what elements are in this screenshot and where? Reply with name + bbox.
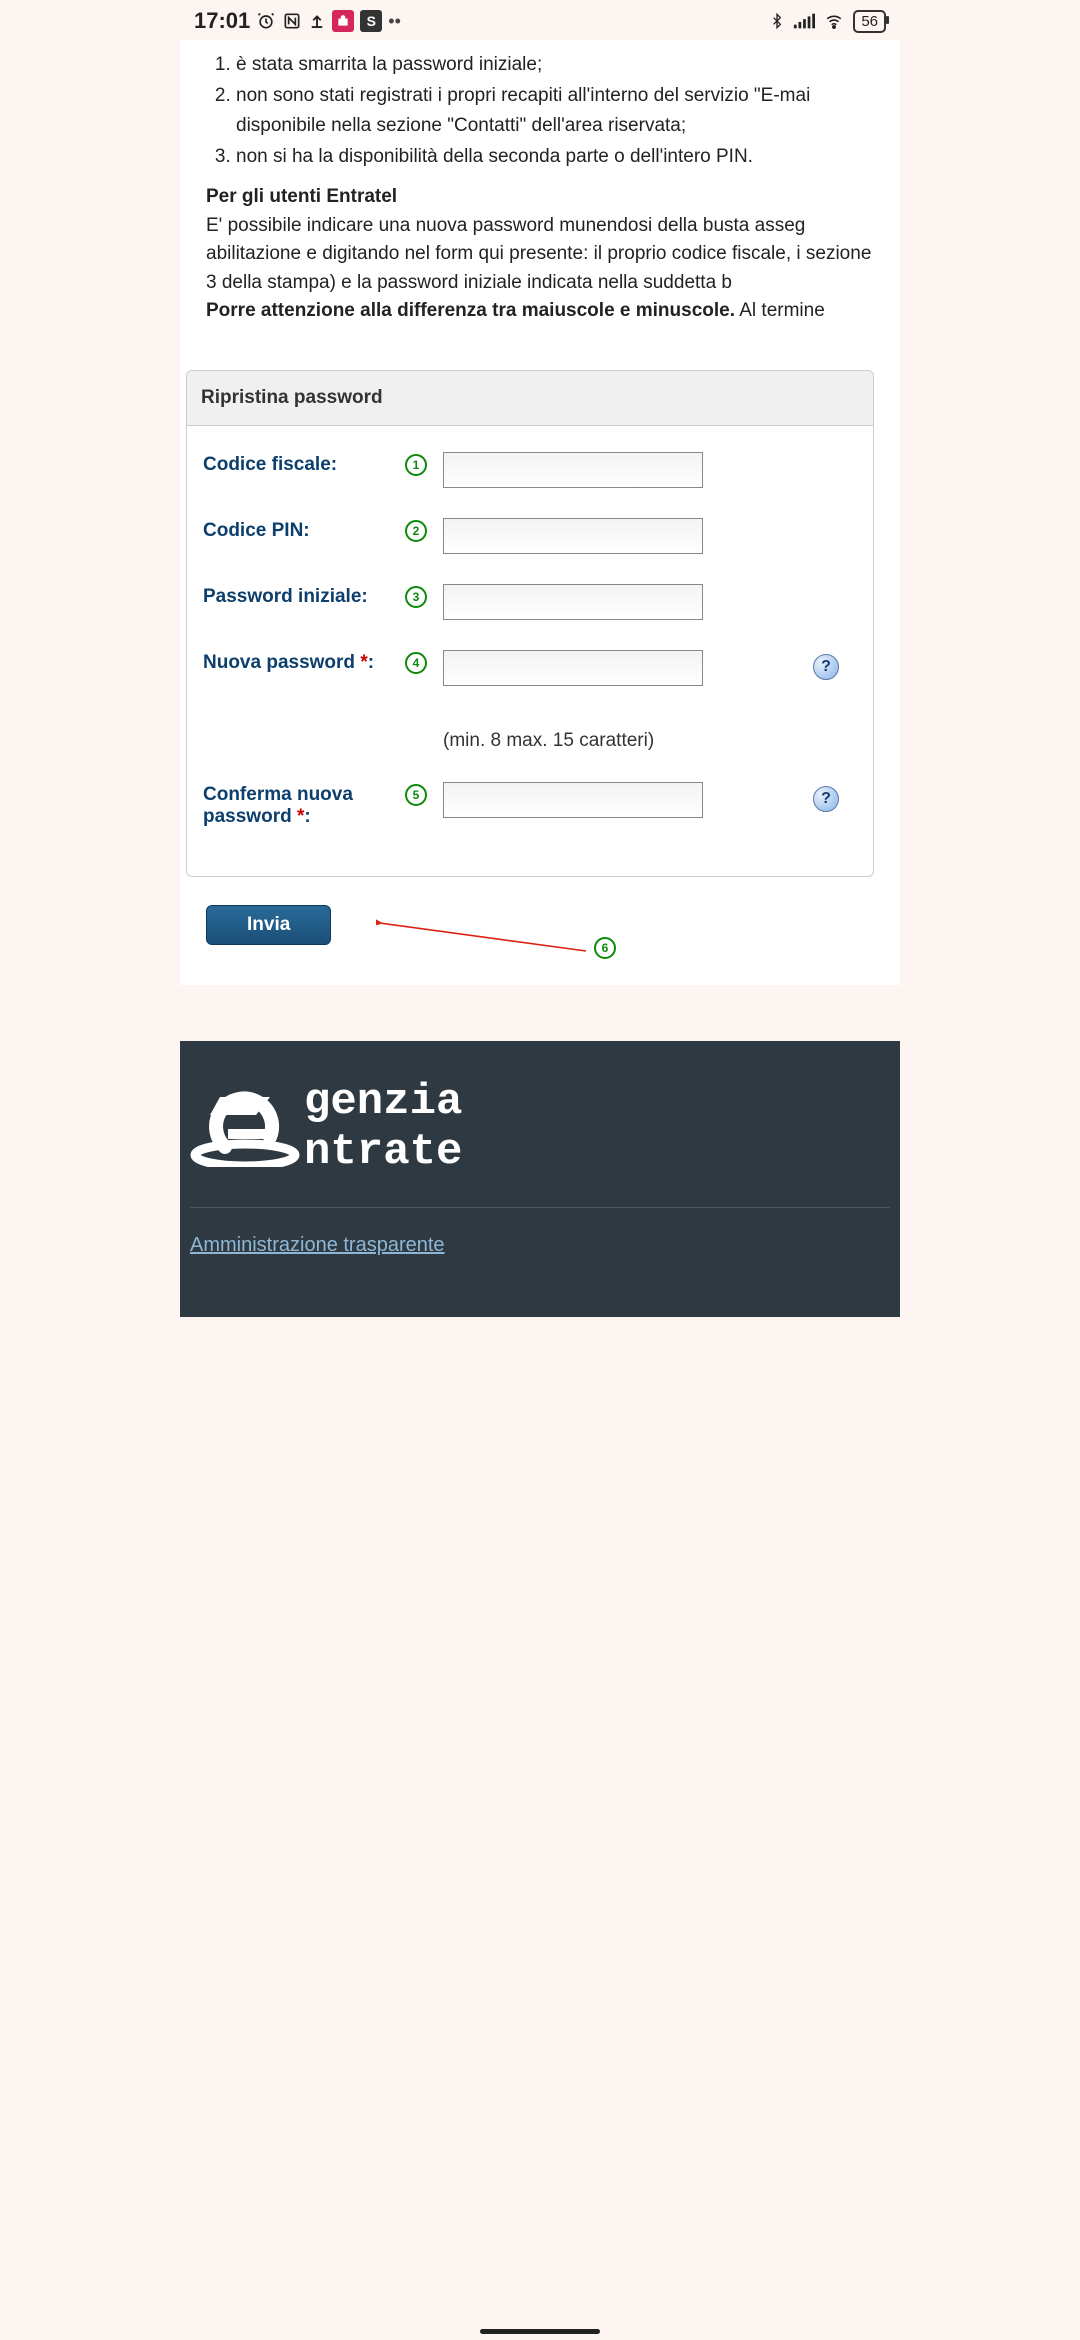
list-item: non sono stati registrati i propri recap…: [236, 81, 874, 140]
row-conferma-password: Conferma nuova password *: 5 ?: [203, 782, 857, 828]
annotation-arrow-icon: [376, 917, 596, 967]
label-password-iniziale: Password iniziale:: [203, 584, 403, 608]
input-nuova-password[interactable]: [443, 650, 703, 686]
password-hint: (min. 8 max. 15 caratteri): [443, 730, 811, 752]
signal-icon: [793, 12, 815, 30]
help-icon[interactable]: ?: [813, 654, 839, 680]
label-codice-pin: Codice PIN:: [203, 518, 403, 542]
row-codice-pin: Codice PIN: 2: [203, 518, 857, 554]
step-badge-5: 5: [405, 784, 427, 806]
alarm-icon: [256, 11, 276, 31]
list-item: è stata smarrita la password iniziale;: [236, 50, 874, 79]
submit-button[interactable]: Invia: [206, 905, 331, 945]
help-icon[interactable]: ?: [813, 786, 839, 812]
list-item: non si ha la disponibilità della seconda…: [236, 142, 874, 171]
label-codice-fiscale: Codice fiscale:: [203, 452, 403, 476]
footer-link-trasparenza[interactable]: Amministrazione trasparente: [190, 1234, 445, 1256]
status-right: 56: [769, 10, 886, 33]
input-codice-pin[interactable]: [443, 518, 703, 554]
intro-tail: Al termine: [735, 300, 825, 321]
wifi-icon: [823, 12, 845, 30]
label-conferma-password: Conferma nuova password *:: [203, 782, 403, 828]
input-codice-fiscale[interactable]: [443, 452, 703, 488]
label-nuova-password: Nuova password *:: [203, 650, 403, 674]
more-dots-icon: ••: [388, 11, 401, 32]
step-badge-3: 3: [405, 586, 427, 608]
reset-password-panel: Ripristina password Codice fiscale: 1 Co…: [186, 370, 874, 877]
agenzia-logo-icon: [190, 1087, 300, 1167]
panel-title: Ripristina password: [187, 371, 873, 426]
page-content: è stata smarrita la password iniziale; n…: [180, 40, 900, 985]
intro-text: E' possibile indicare una nuova password…: [206, 215, 871, 293]
status-left: 17:01 S ••: [194, 8, 401, 34]
footer: genzia ntrate Amministrazione trasparent…: [180, 1041, 900, 1317]
step-badge-4: 4: [405, 652, 427, 674]
row-password-iniziale: Password iniziale: 3: [203, 584, 857, 620]
entratel-heading: Per gli utenti Entratel: [206, 186, 874, 208]
row-codice-fiscale: Codice fiscale: 1: [203, 452, 857, 488]
intro-paragraph: E' possibile indicare una nuova password…: [206, 212, 874, 326]
step-badge-1: 1: [405, 454, 427, 476]
clock-time: 17:01: [194, 8, 250, 34]
app-icon-s: S: [360, 10, 382, 32]
footer-brand-line2: ntrate: [304, 1127, 462, 1177]
intro-list: è stata smarrita la password iniziale; n…: [206, 50, 874, 172]
footer-brand-line1: genzia: [304, 1077, 462, 1127]
input-password-iniziale[interactable]: [443, 584, 703, 620]
status-bar: 17:01 S •• 56: [180, 0, 900, 40]
submit-row: Invia 6: [206, 905, 874, 945]
home-indicator: [480, 2329, 600, 2334]
intro-bold: Porre attenzione alla differenza tra mai…: [206, 300, 735, 321]
bluetooth-icon: [769, 10, 785, 32]
nfc-icon: [282, 11, 302, 31]
step-badge-2: 2: [405, 520, 427, 542]
footer-logo: genzia ntrate: [190, 1077, 890, 1208]
step-badge-6: 6: [594, 937, 616, 959]
panel-body: Codice fiscale: 1 Codice PIN: 2 Password…: [187, 426, 873, 876]
input-conferma-password[interactable]: [443, 782, 703, 818]
battery-indicator: 56: [853, 10, 886, 33]
app-icon-1: [332, 10, 354, 32]
row-nuova-password: Nuova password *: 4 (min. 8 max. 15 cara…: [203, 650, 857, 752]
upload-icon: [308, 11, 326, 31]
